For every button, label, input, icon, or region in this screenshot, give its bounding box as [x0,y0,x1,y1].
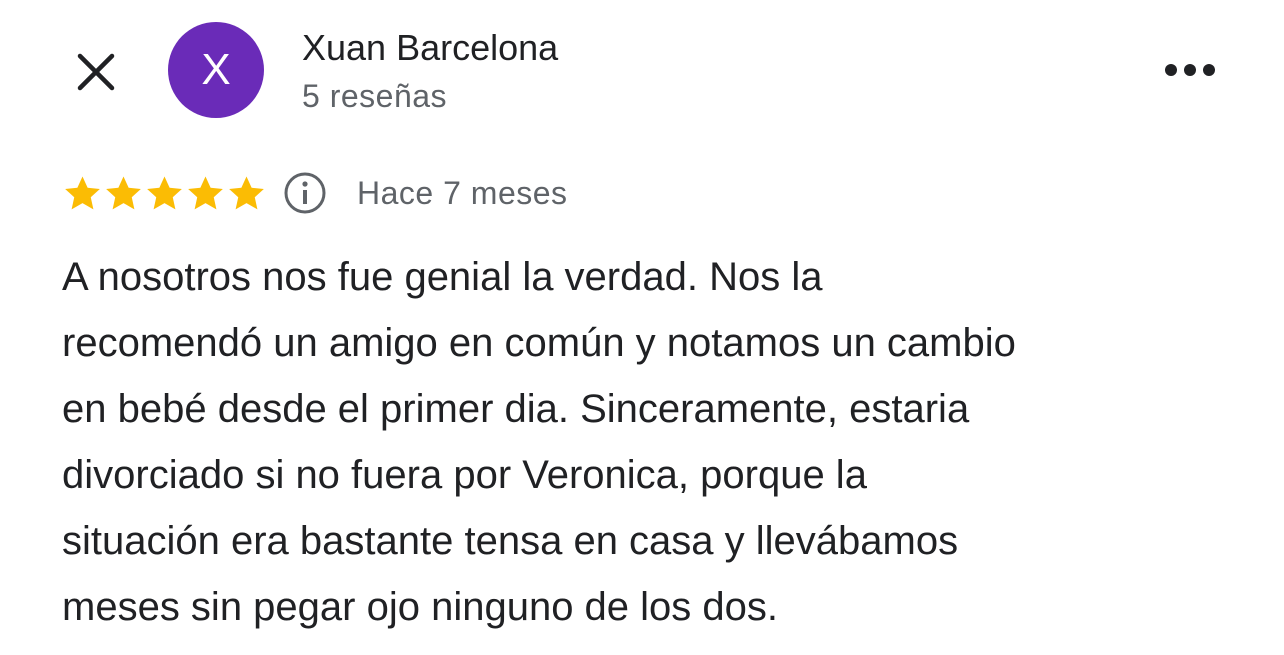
review-text-line: en bebé desde el primer dia. Sincerament… [62,387,970,431]
star-icon [147,176,182,210]
reviewer-name[interactable]: Xuan Barcelona [302,26,558,70]
star-icon [65,176,100,210]
review-text-line: divorciado si no fuera por Veronica, por… [62,453,867,497]
review-count: 5 reseñas [302,78,448,114]
close-button[interactable] [72,48,120,96]
review-date: Hace 7 meses [357,175,568,211]
star-icon [229,176,264,210]
avatar[interactable]: X [168,22,264,118]
review-text: A nosotros nos fue genial la verdad. Nos… [62,244,1262,640]
review-text-line: meses sin pegar ojo ninguno de los dos. [62,585,779,629]
star-rating [62,174,267,212]
review-text-line: A nosotros nos fue genial la verdad. Nos… [62,255,823,299]
close-icon [77,53,115,91]
star-icon [188,176,223,210]
more-options-button[interactable] [1160,55,1220,85]
review-text-line: recomendó un amigo en común y notamos un… [62,321,1016,365]
info-icon[interactable] [283,171,327,215]
more-horizontal-icon [1165,64,1215,76]
rating-row: Hace 7 meses [62,168,568,218]
star-icon [106,176,141,210]
review-text-line: situación era bastante tensa en casa y l… [62,519,959,563]
